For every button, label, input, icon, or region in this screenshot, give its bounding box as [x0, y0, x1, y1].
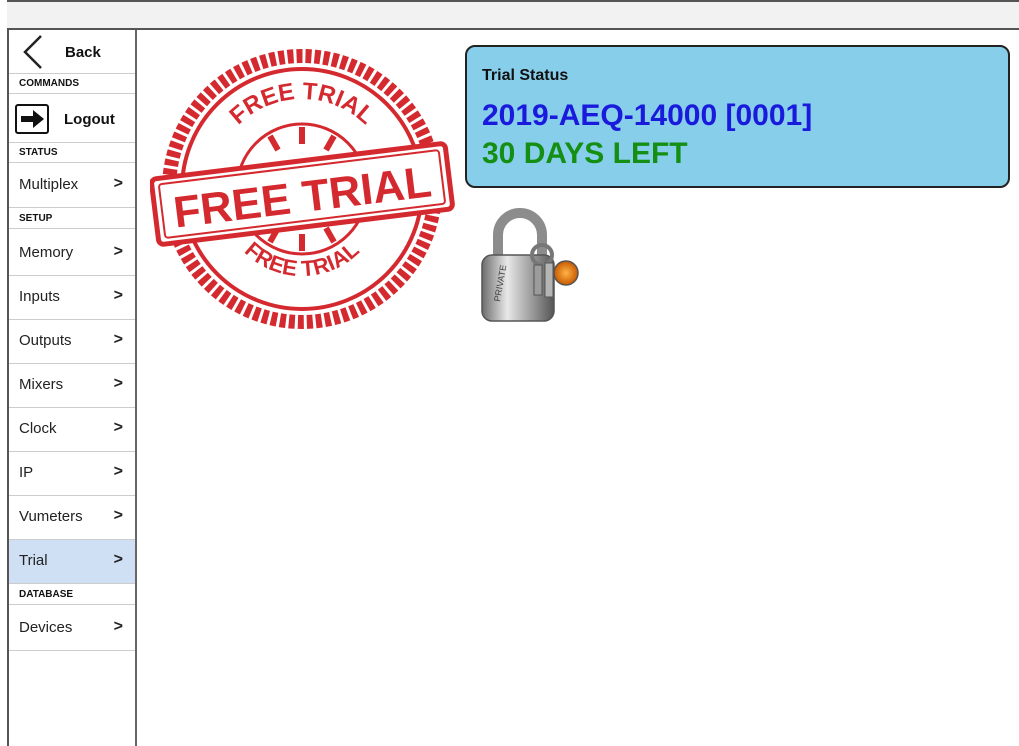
sidebar-item-inputs[interactable]: Inputs > [9, 276, 135, 320]
free-trial-stamp: FREE TRIAL FREE TRIAL FREE TRIAL [149, 44, 455, 339]
sidebar-item-outputs[interactable]: Outputs > [9, 320, 135, 364]
sidebar-item-label: Vumeters [19, 508, 83, 525]
section-status: STATUS [9, 143, 135, 163]
sidebar-item-mixers[interactable]: Mixers > [9, 364, 135, 408]
sidebar-item-label: Clock [19, 420, 57, 437]
trial-status-panel: Trial Status 2019-AEQ-14000 [0001] 30 DA… [465, 45, 1010, 188]
chevron-right-icon: > [113, 375, 123, 392]
section-commands: COMMANDS [9, 74, 135, 94]
title-bar [7, 0, 1019, 30]
trial-serial: 2019-AEQ-14000 [0001] [482, 99, 813, 132]
section-database: DATABASE [9, 585, 135, 605]
sidebar: Back COMMANDS Logout STATUS Multiplex > … [9, 30, 137, 746]
logout-button[interactable]: Logout [9, 95, 135, 143]
chevron-right-icon: > [113, 243, 123, 260]
sidebar-item-vumeters[interactable]: Vumeters > [9, 496, 135, 540]
stamp-top-text: FREE TRIAL [224, 78, 379, 130]
sidebar-item-trial[interactable]: Trial > [9, 540, 135, 584]
sidebar-item-multiplex[interactable]: Multiplex > [9, 164, 135, 208]
trial-days-left: 30 DAYS LEFT [482, 137, 688, 170]
section-setup: SETUP [9, 209, 135, 229]
sidebar-item-devices[interactable]: Devices > [9, 607, 135, 651]
sidebar-item-label: Mixers [19, 376, 64, 393]
chevron-right-icon: > [113, 331, 123, 348]
sidebar-item-label: IP [19, 464, 34, 481]
chevron-right-icon: > [113, 463, 123, 480]
back-button[interactable]: Back [9, 30, 135, 74]
sidebar-item-clock[interactable]: Clock > [9, 408, 135, 452]
trial-status-title: Trial Status [482, 67, 569, 84]
chevron-left-icon [23, 35, 42, 69]
back-label: Back [65, 44, 101, 61]
sidebar-item-ip[interactable]: IP > [9, 452, 135, 496]
chevron-right-icon: > [113, 419, 123, 436]
sidebar-item-label: Trial [19, 552, 48, 569]
logout-icon [15, 104, 49, 134]
chevron-right-icon: > [113, 287, 123, 304]
sidebar-item-label: Memory [19, 244, 74, 261]
sidebar-item-label: Devices [19, 619, 73, 636]
padlock-with-keys-icon: PRIVATE [470, 207, 590, 337]
chevron-right-icon: > [113, 551, 123, 568]
sidebar-item-memory[interactable]: Memory > [9, 232, 135, 276]
logout-label: Logout [64, 111, 115, 128]
sidebar-item-label: Inputs [19, 288, 60, 305]
chevron-right-icon: > [113, 618, 123, 635]
chevron-right-icon: > [113, 175, 123, 192]
stamp-banner: FREE TRIAL [149, 141, 455, 247]
chevron-right-icon: > [113, 507, 123, 524]
sidebar-item-label: Multiplex [19, 176, 79, 193]
sidebar-item-label: Outputs [19, 332, 72, 349]
